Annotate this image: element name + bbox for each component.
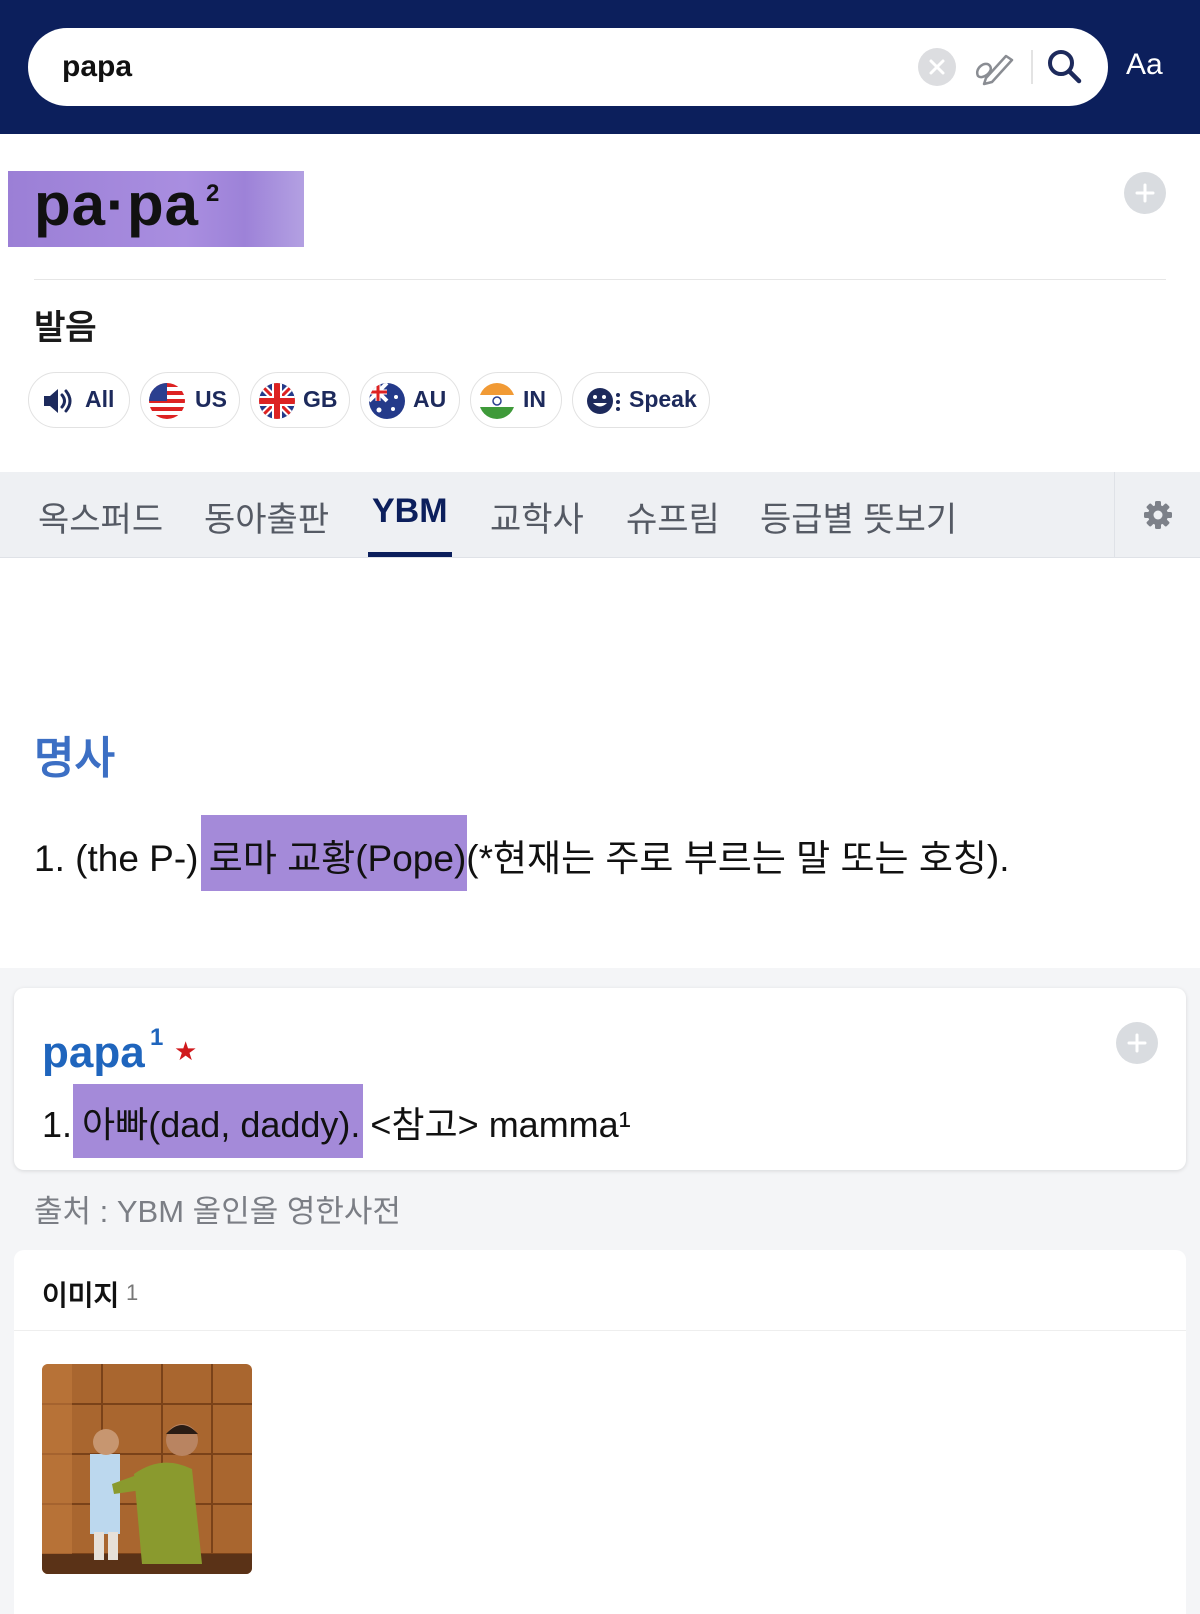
related-word[interactable]: papa xyxy=(42,1028,145,1078)
us-flag-icon xyxy=(149,383,185,419)
speak-face-icon xyxy=(587,388,620,414)
tab-level-meaning[interactable]: 등급별 뜻보기 xyxy=(760,492,957,541)
top-search-bar: Aa xyxy=(0,0,1200,134)
tab-supreme[interactable]: 슈프림 xyxy=(626,492,720,541)
au-flag-icon xyxy=(369,383,405,419)
tab-ybm[interactable]: YBM xyxy=(372,492,448,531)
image-thumbnail[interactable] xyxy=(42,1364,252,1574)
pron-gb-button[interactable]: GB xyxy=(250,372,350,428)
search-divider xyxy=(1031,50,1033,84)
pron-label: GB xyxy=(303,386,338,412)
pron-label: AU xyxy=(413,386,447,412)
part-of-speech: 명사 xyxy=(34,734,115,783)
images-panel: 이미지 1 xyxy=(14,1250,1186,1614)
pron-label: IN xyxy=(523,386,546,412)
pron-label: All xyxy=(85,386,115,412)
add-related-to-wordbook-button[interactable] xyxy=(1116,1022,1158,1064)
speaker-icon xyxy=(44,389,72,413)
search-icon xyxy=(1048,50,1082,84)
related-definition-text: 1. 아빠(dad, daddy). <참고> mamma¹ xyxy=(42,1104,631,1145)
pron-us-button[interactable]: US xyxy=(140,372,240,428)
search-box[interactable] xyxy=(28,28,1108,106)
definition-text: 1. (the P-) 로마 교황(Pope)(*현재는 주로 부르는 말 또는… xyxy=(34,838,1010,879)
search-input[interactable] xyxy=(62,42,862,92)
pron-label: Speak xyxy=(629,386,697,412)
source-citation: 출처 : YBM 올인올 영한사전 xyxy=(34,1194,401,1229)
tab-kyohaksa[interactable]: 교학사 xyxy=(490,492,584,541)
images-count: 1 xyxy=(126,1280,139,1305)
handwriting-icon xyxy=(975,54,1014,86)
uk-flag-icon xyxy=(259,383,295,419)
plus-icon xyxy=(1127,1033,1147,1053)
close-icon xyxy=(929,59,945,75)
active-tab-indicator xyxy=(368,552,452,557)
pron-au-button[interactable]: AU xyxy=(360,372,460,428)
tab-oxford[interactable]: 옥스퍼드 xyxy=(38,492,163,541)
tab-donga[interactable]: 동아출판 xyxy=(204,492,329,541)
pronunciation-title: 발음 xyxy=(34,309,97,347)
font-size-button[interactable]: Aa xyxy=(1126,48,1186,88)
homograph-number: 2 xyxy=(206,180,220,207)
plus-icon xyxy=(1135,183,1155,203)
images-title: 이미지 xyxy=(42,1280,120,1311)
dictionary-tabs: 옥스퍼드 동아출판 YBM 교학사 슈프림 등급별 뜻보기 xyxy=(0,472,1200,558)
search-button[interactable] xyxy=(1042,44,1088,90)
in-flag-icon xyxy=(479,383,515,419)
pron-all-button[interactable]: All xyxy=(28,372,130,428)
pron-label: US xyxy=(195,386,227,412)
gear-icon xyxy=(1144,501,1172,529)
clear-search-button[interactable] xyxy=(918,48,956,86)
pron-in-button[interactable]: IN xyxy=(470,372,562,428)
tab-settings-button[interactable] xyxy=(1114,472,1200,558)
related-homograph-number: 1 xyxy=(150,1024,164,1051)
speak-button[interactable]: Speak xyxy=(572,372,710,428)
divider xyxy=(14,1330,1186,1331)
related-entry-card[interactable]: papa 1 ★ 1. 아빠(dad, daddy). <참고> mamma¹ xyxy=(14,988,1186,1170)
handwriting-button[interactable] xyxy=(972,46,1018,88)
headword: pa·pa xyxy=(34,171,200,238)
add-to-wordbook-button[interactable] xyxy=(1124,172,1166,214)
photo-father-son-image xyxy=(42,1364,252,1574)
divider xyxy=(34,279,1166,280)
star-icon: ★ xyxy=(174,1036,198,1066)
